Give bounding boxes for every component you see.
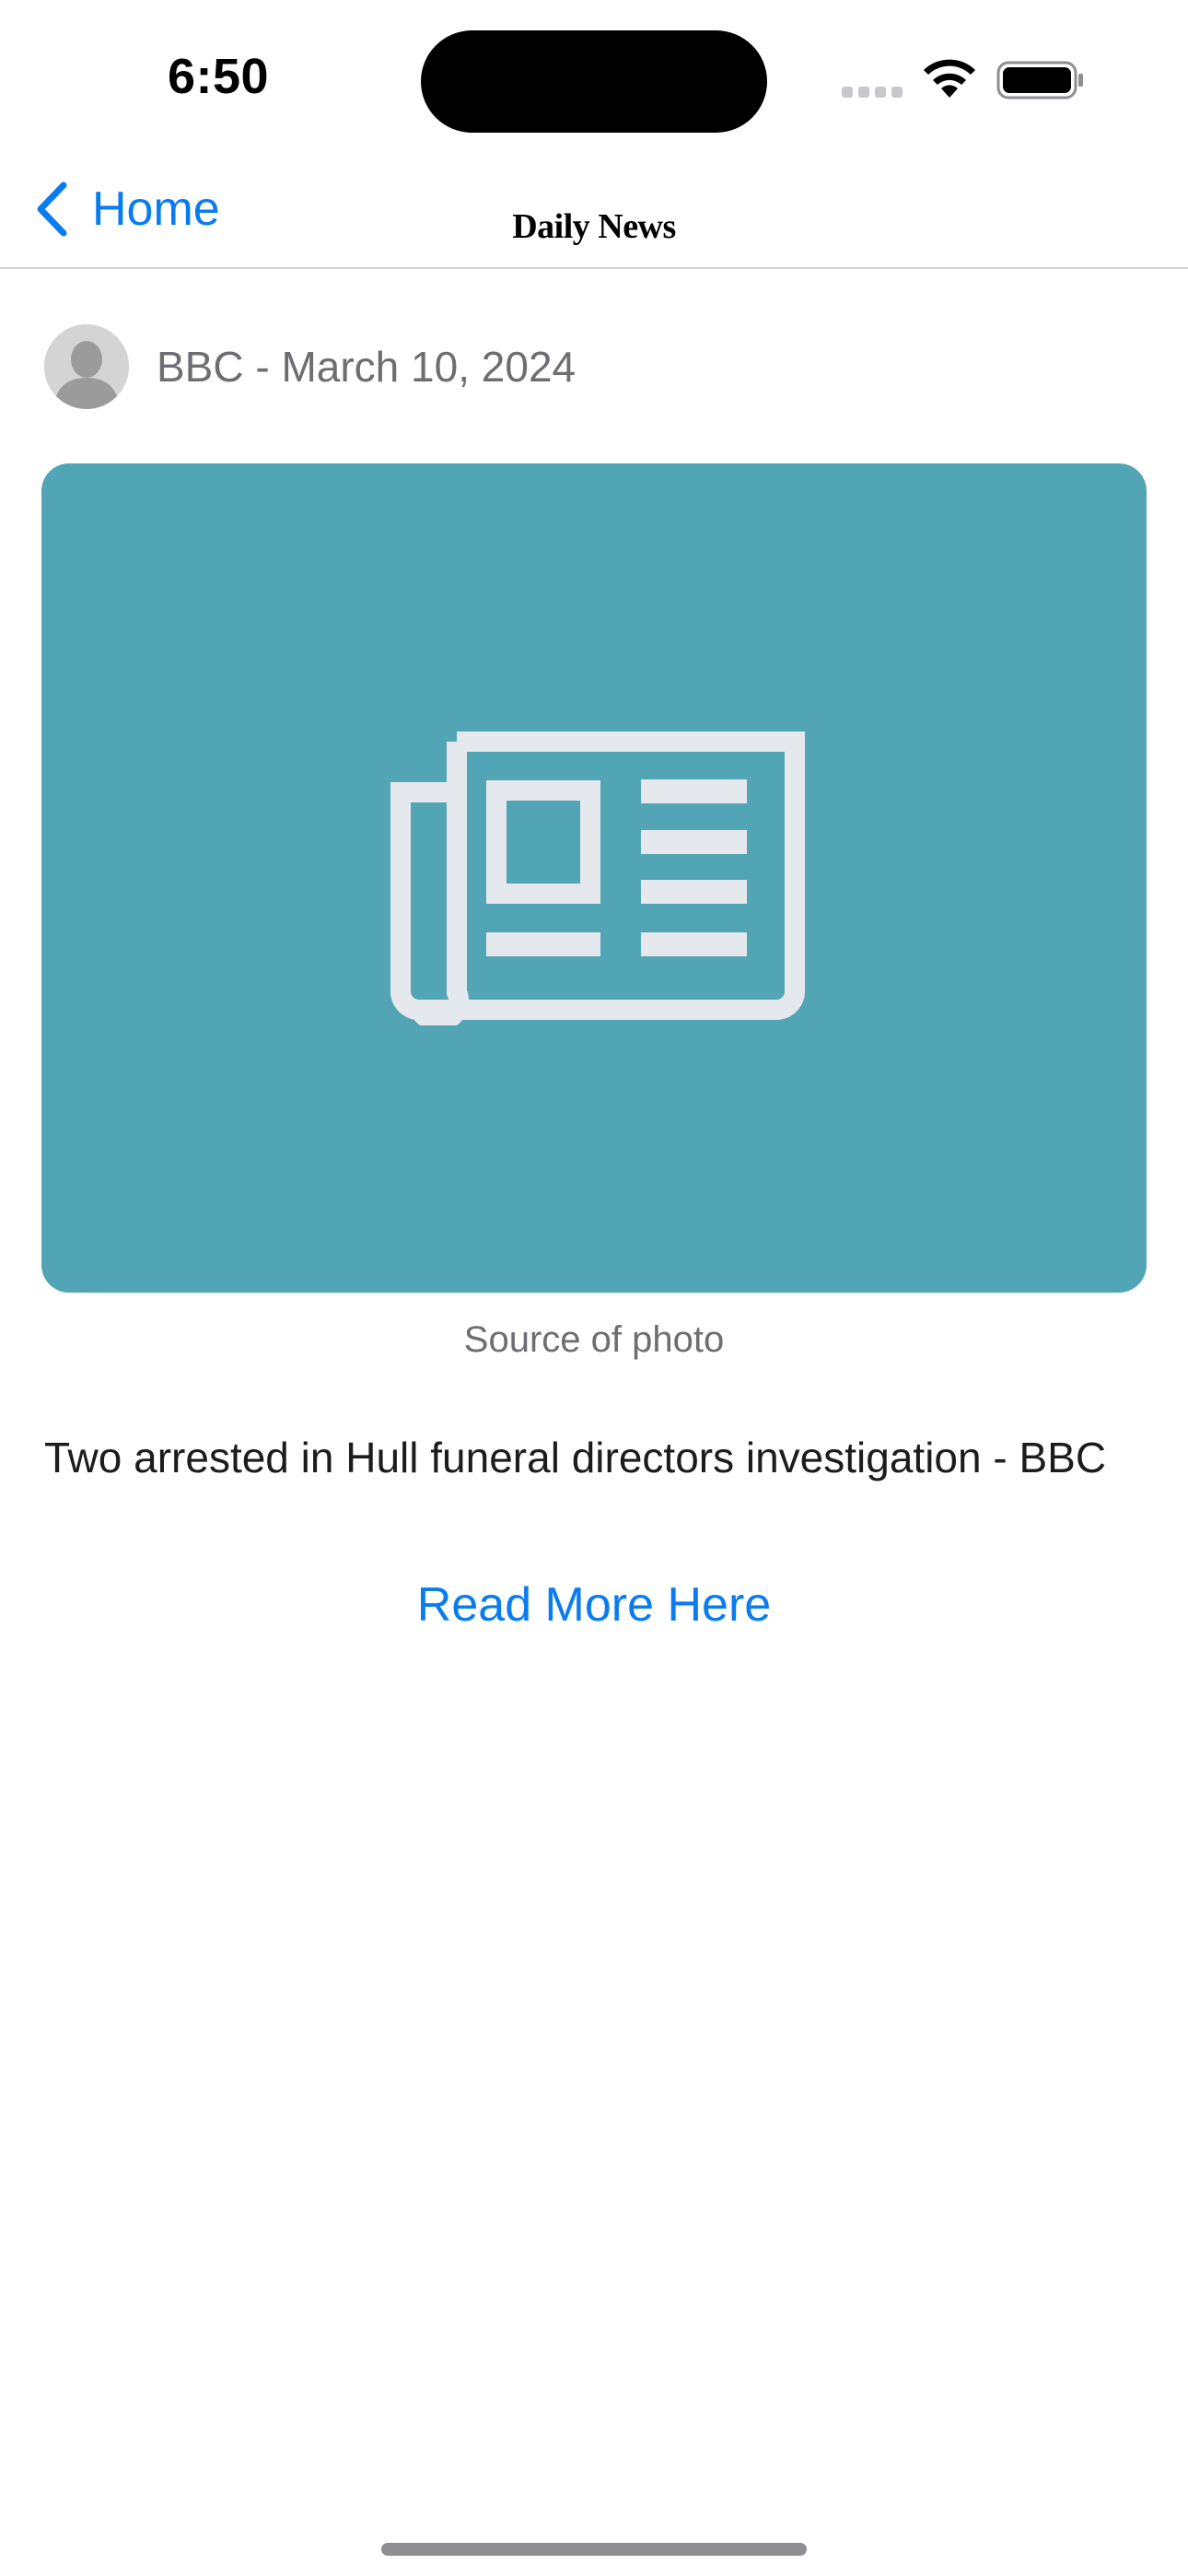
navigation-bar: Home Daily News xyxy=(0,157,1188,269)
home-indicator[interactable] xyxy=(381,2543,807,2556)
newspaper-icon xyxy=(390,732,805,1025)
person-silhouette-icon xyxy=(44,324,129,409)
wifi-icon xyxy=(924,59,975,98)
avatar xyxy=(44,324,129,409)
dynamic-island xyxy=(421,30,767,133)
battery-icon xyxy=(996,61,1083,100)
page-title: Daily News xyxy=(512,207,676,246)
cellular-signal-icon xyxy=(842,87,904,98)
read-more-link[interactable]: Read More Here xyxy=(0,1577,1188,1633)
article-headline: Two arrested in Hull funeral directors i… xyxy=(44,1434,1107,1481)
photo-caption: Source of photo xyxy=(463,1319,725,1360)
source-and-date: BBC - March 10, 2024 xyxy=(157,343,577,391)
article-photo xyxy=(41,463,1147,1293)
article-byline: BBC - March 10, 2024 xyxy=(44,324,576,409)
status-bar: 6:50 xyxy=(0,0,1188,157)
status-time: 6:50 xyxy=(168,49,270,104)
